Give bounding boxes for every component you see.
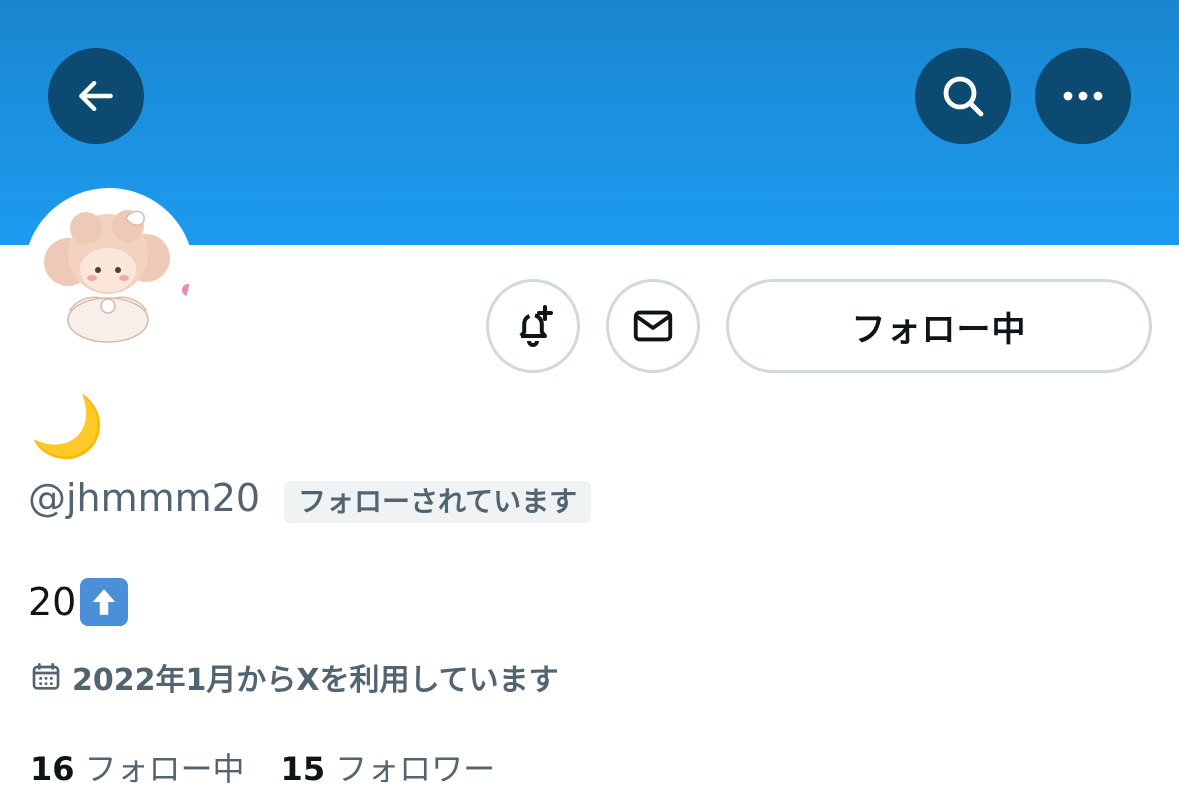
following-button[interactable]: フォロー中 bbox=[726, 279, 1152, 373]
envelope-icon bbox=[633, 310, 673, 342]
more-button[interactable] bbox=[1035, 48, 1131, 144]
search-button[interactable] bbox=[915, 48, 1011, 144]
bell-plus-icon bbox=[519, 305, 553, 347]
joined-date: 2022年1月からXを利用しています bbox=[30, 655, 559, 699]
display-name: 🌙 bbox=[30, 392, 105, 462]
search-icon bbox=[943, 76, 984, 117]
calendar-icon bbox=[32, 663, 60, 690]
back-button[interactable] bbox=[48, 48, 144, 144]
bio: 20 bbox=[28, 578, 129, 626]
following-button-label: フォロー中 bbox=[851, 309, 1027, 350]
following-label[interactable]: フォロー中 bbox=[85, 744, 245, 790]
follow-stats: 16 フォロー中 15 フォロワー bbox=[30, 744, 531, 790]
followers-count[interactable]: 15 bbox=[281, 750, 326, 788]
avatar-illustration bbox=[28, 192, 190, 354]
joined-text: 2022年1月からXを利用しています bbox=[72, 663, 559, 698]
up-arrow-emoji bbox=[80, 578, 129, 626]
avatar[interactable] bbox=[24, 188, 194, 358]
follows-you-badge: フォローされています bbox=[284, 481, 592, 523]
following-count[interactable]: 16 bbox=[30, 750, 75, 788]
arrow-left-icon bbox=[79, 80, 113, 112]
followers-label[interactable]: フォロワー bbox=[335, 744, 495, 790]
user-handle: @jhmmm20 bbox=[28, 476, 261, 520]
bio-text: 20 bbox=[28, 580, 77, 624]
message-button[interactable] bbox=[606, 279, 700, 373]
more-dots-icon bbox=[1063, 91, 1103, 101]
notify-button[interactable] bbox=[486, 279, 580, 373]
